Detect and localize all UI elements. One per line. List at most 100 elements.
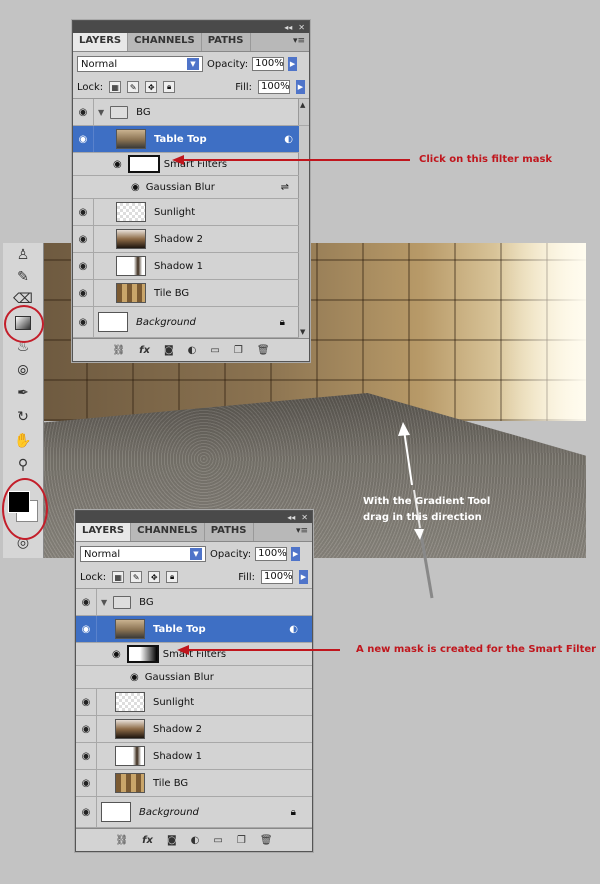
layer-scrollbar[interactable]: ▲ ▼	[298, 99, 309, 338]
new-layer-icon[interactable]: ❐	[234, 345, 243, 356]
layer-bg-group[interactable]: ◉ ▼ BG	[76, 589, 312, 616]
adjustment-layer-icon[interactable]: ◐	[188, 345, 197, 356]
visibility-eye-icon[interactable]: ◉	[131, 182, 140, 193]
visibility-eye-icon[interactable]: ◉	[76, 616, 97, 642]
lock-label: Lock:	[80, 571, 107, 583]
layer-sunlight[interactable]: ◉ Sunlight	[73, 199, 299, 226]
tab-layers[interactable]: LAYERS	[73, 33, 129, 51]
layer-table-top[interactable]: ◉ Table Top ◐	[73, 126, 299, 153]
visibility-eye-icon[interactable]: ◉	[73, 253, 94, 279]
zoom-tool-icon[interactable]: ⚲	[12, 455, 34, 475]
layer-background[interactable]: ◉ Background 🔒︎	[76, 797, 312, 828]
fill-input[interactable]: 100%	[261, 570, 293, 584]
visibility-eye-icon[interactable]: ◉	[113, 159, 122, 170]
opacity-input[interactable]: 100%	[255, 547, 288, 561]
visibility-eye-icon[interactable]: ◉	[73, 126, 94, 152]
new-group-icon[interactable]: ▭	[210, 345, 219, 356]
visibility-eye-icon[interactable]: ◉	[73, 99, 94, 125]
gaussian-blur-row[interactable]: ◉ Gaussian Blur ⇌	[73, 176, 299, 199]
blend-mode-value: Normal	[84, 548, 121, 560]
visibility-eye-icon[interactable]: ◉	[73, 199, 94, 225]
close-icon[interactable]: ✕	[298, 23, 305, 32]
gaussian-blur-row[interactable]: ◉ Gaussian Blur	[76, 666, 312, 689]
history-brush-icon[interactable]: ✎	[12, 267, 34, 287]
layer-shadow-1[interactable]: ◉ Shadow 1	[73, 253, 299, 280]
tab-paths[interactable]: PATHS	[205, 523, 254, 541]
panel-tabs: LAYERS CHANNELS PATHS ▾≡	[73, 33, 309, 52]
visibility-eye-icon[interactable]: ◉	[73, 226, 94, 252]
collapse-icon[interactable]: ◂◂	[284, 23, 292, 32]
layer-shadow-2[interactable]: ◉ Shadow 2	[73, 226, 299, 253]
new-group-icon[interactable]: ▭	[213, 835, 222, 846]
lock-pixels-icon[interactable]: ✎	[130, 571, 143, 583]
collapse-icon[interactable]: ◂◂	[287, 513, 295, 522]
visibility-eye-icon[interactable]: ◉	[76, 797, 97, 827]
visibility-eye-icon[interactable]: ◉	[76, 770, 97, 796]
blend-mode-select[interactable]: Normal ▼	[80, 546, 206, 562]
layer-tile-bg[interactable]: ◉ Tile BG	[76, 770, 312, 797]
lock-position-icon[interactable]: ✥	[148, 571, 161, 583]
pen-tool-icon[interactable]: ✒	[12, 383, 34, 403]
smart-filter-gradient-mask[interactable]	[126, 645, 159, 663]
opacity-arrow-icon[interactable]: ▶	[288, 57, 298, 71]
visibility-eye-icon[interactable]: ◉	[130, 672, 139, 683]
layer-tile-bg[interactable]: ◉ Tile BG	[73, 280, 299, 307]
lock-position-icon[interactable]: ✥	[145, 81, 158, 93]
smart-filters-row[interactable]: ◉ Smart Filters	[73, 153, 299, 176]
link-layers-icon[interactable]: ⛓	[112, 345, 125, 356]
layer-name: Shadow 2	[154, 233, 203, 245]
expand-triangle-icon[interactable]: ▼	[101, 598, 107, 607]
layer-sunlight[interactable]: ◉ Sunlight	[76, 689, 312, 716]
layer-thumbnail	[115, 692, 145, 712]
lock-all-icon[interactable]: 🔒︎	[166, 571, 179, 583]
scroll-down-icon[interactable]: ▼	[300, 328, 305, 336]
layer-background[interactable]: ◉ Background 🔒︎	[73, 307, 299, 338]
rotate-view-icon[interactable]: ↻	[12, 407, 34, 427]
fill-arrow-icon[interactable]: ▶	[296, 80, 305, 94]
lock-transparency-icon[interactable]: ▦	[109, 81, 122, 93]
visibility-eye-icon[interactable]: ◉	[76, 689, 97, 715]
add-mask-icon[interactable]: ◙	[164, 345, 174, 356]
hand-tool-icon[interactable]: ✋	[12, 431, 34, 451]
tab-channels[interactable]: CHANNELS	[131, 523, 205, 541]
tab-layers[interactable]: LAYERS	[76, 523, 132, 541]
layer-thumbnail	[116, 229, 146, 249]
stamp-tool-icon[interactable]: ♙	[12, 245, 34, 265]
lock-pixels-icon[interactable]: ✎	[127, 81, 140, 93]
lock-all-icon[interactable]: 🔒︎	[163, 81, 176, 93]
opacity-input[interactable]: 100%	[252, 57, 285, 71]
visibility-eye-icon[interactable]: ◉	[112, 649, 121, 660]
opacity-arrow-icon[interactable]: ▶	[291, 547, 301, 561]
trash-icon[interactable]: 🗑︎	[260, 835, 273, 846]
blend-mode-select[interactable]: Normal ▼	[77, 56, 203, 72]
adjustment-layer-icon[interactable]: ◐	[191, 835, 200, 846]
dodge-tool-icon[interactable]: ⦾	[12, 361, 34, 381]
visibility-eye-icon[interactable]: ◉	[76, 589, 97, 615]
tab-channels[interactable]: CHANNELS	[128, 33, 202, 51]
expand-triangle-icon[interactable]: ▼	[98, 108, 104, 117]
fx-icon[interactable]: fx	[142, 835, 153, 846]
fill-arrow-icon[interactable]: ▶	[299, 570, 308, 584]
visibility-eye-icon[interactable]: ◉	[76, 743, 97, 769]
link-layers-icon[interactable]: ⛓	[115, 835, 128, 846]
add-mask-icon[interactable]: ◙	[167, 835, 177, 846]
new-layer-icon[interactable]: ❐	[237, 835, 246, 846]
panel-menu-icon[interactable]: ▾≡	[296, 526, 308, 536]
tab-paths[interactable]: PATHS	[202, 33, 251, 51]
visibility-eye-icon[interactable]: ◉	[73, 307, 94, 337]
layer-shadow-1[interactable]: ◉ Shadow 1	[76, 743, 312, 770]
smart-filters-row[interactable]: ◉ Smart Filters	[76, 643, 312, 666]
trash-icon[interactable]: 🗑︎	[257, 345, 270, 356]
visibility-eye-icon[interactable]: ◉	[76, 716, 97, 742]
layer-bg-group[interactable]: ◉ ▼ BG	[73, 99, 309, 126]
fx-icon[interactable]: fx	[139, 345, 150, 356]
panel-menu-icon[interactable]: ▾≡	[293, 36, 305, 46]
blending-options-icon[interactable]: ⇌	[281, 182, 289, 193]
close-icon[interactable]: ✕	[301, 513, 308, 522]
smart-filter-mask[interactable]	[127, 155, 160, 173]
fill-input[interactable]: 100%	[258, 80, 290, 94]
lock-transparency-icon[interactable]: ▦	[112, 571, 125, 583]
layer-shadow-2[interactable]: ◉ Shadow 2	[76, 716, 312, 743]
layer-table-top[interactable]: ◉ Table Top ◐	[76, 616, 312, 643]
visibility-eye-icon[interactable]: ◉	[73, 280, 94, 306]
